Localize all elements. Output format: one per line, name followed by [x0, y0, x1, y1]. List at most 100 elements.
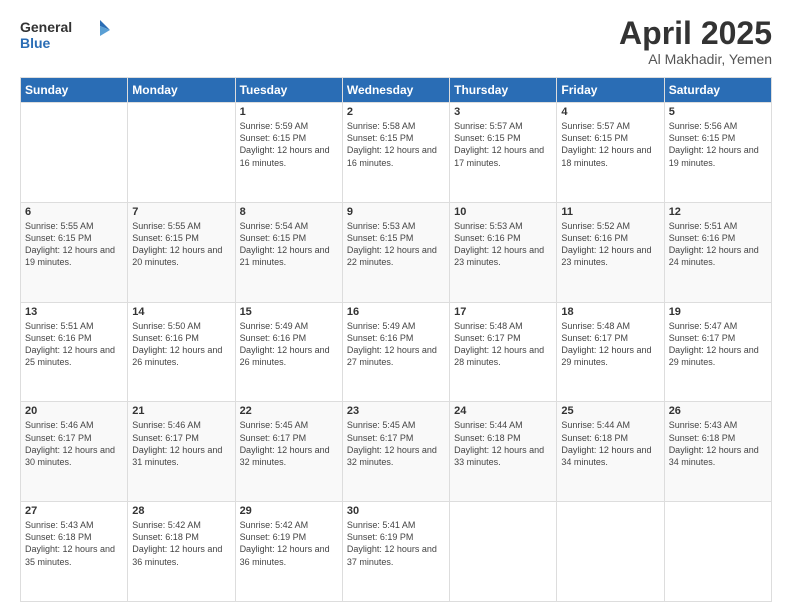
day-info: Sunrise: 5:57 AM Sunset: 6:15 PM Dayligh… [454, 120, 552, 169]
day-number: 1 [240, 106, 338, 118]
table-row: 16Sunrise: 5:49 AM Sunset: 6:16 PM Dayli… [342, 302, 449, 402]
day-number: 4 [561, 106, 659, 118]
table-row: 1Sunrise: 5:59 AM Sunset: 6:15 PM Daylig… [235, 103, 342, 203]
header-thursday: Thursday [450, 78, 557, 103]
table-row: 19 Sunrise: 5:47 AM Sunset: 6:17 PM Dayli… [664, 302, 771, 402]
table-row: 4 Sunrise: 5:57 AM Sunset: 6:15 PM Daylig… [557, 103, 664, 203]
day-info: Sunrise: 5:53 AM Sunset: 6:16 PM Dayligh… [454, 220, 552, 269]
day-info: Sunrise: 5:51 AM Sunset: 6:16 PM Dayligh… [25, 320, 123, 369]
header-tuesday: Tuesday [235, 78, 342, 103]
header: General Blue April 2025 Al Makhadir, Yem… [20, 16, 772, 67]
day-number: 7 [132, 206, 230, 218]
day-info: Sunrise: 5:49 AM Sunset: 6:16 PM Dayligh… [240, 320, 338, 369]
day-info: Sunrise: 5:54 AM Sunset: 6:15 PM Dayligh… [240, 220, 338, 269]
day-info: Sunrise: 5:47 AM Sunset: 6:17 PM Dayligh… [669, 320, 767, 369]
table-row: 10 Sunrise: 5:53 AM Sunset: 6:16 PM Dayli… [450, 202, 557, 302]
table-row: 6 Sunrise: 5:55 AM Sunset: 6:15 PM Daylig… [21, 202, 128, 302]
day-number: 12 [669, 206, 767, 218]
day-number: 21 [132, 405, 230, 417]
day-info: Sunrise: 5:48 AM Sunset: 6:17 PM Dayligh… [454, 320, 552, 369]
day-number: 15 [240, 306, 338, 318]
day-info: Sunrise: 5:53 AM Sunset: 6:15 PM Dayligh… [347, 220, 445, 269]
header-saturday: Saturday [664, 78, 771, 103]
day-number: 5 [669, 106, 767, 118]
table-row [557, 502, 664, 602]
day-info: Sunrise: 5:56 AM Sunset: 6:15 PM Dayligh… [669, 120, 767, 169]
day-number: 23 [347, 405, 445, 417]
day-info: Sunrise: 5:46 AM Sunset: 6:17 PM Dayligh… [25, 419, 123, 468]
day-info: Sunrise: 5:55 AM Sunset: 6:15 PM Dayligh… [25, 220, 123, 269]
day-number: 29 [240, 505, 338, 517]
title-location: Al Makhadir, Yemen [619, 51, 772, 67]
day-info: Sunrise: 5:43 AM Sunset: 6:18 PM Dayligh… [25, 519, 123, 568]
table-row: 14 Sunrise: 5:50 AM Sunset: 6:16 PM Dayli… [128, 302, 235, 402]
header-sunday: Sunday [21, 78, 128, 103]
day-info: Sunrise: 5:45 AM Sunset: 6:17 PM Dayligh… [240, 419, 338, 468]
calendar-week-row: 20 Sunrise: 5:46 AM Sunset: 6:17 PM Dayli… [21, 402, 772, 502]
table-row: 18 Sunrise: 5:48 AM Sunset: 6:17 PM Dayli… [557, 302, 664, 402]
day-number: 25 [561, 405, 659, 417]
table-row: 27Sunrise: 5:43 AM Sunset: 6:18 PM Dayli… [21, 502, 128, 602]
day-info: Sunrise: 5:42 AM Sunset: 6:19 PM Dayligh… [240, 519, 338, 568]
day-info: Sunrise: 5:46 AM Sunset: 6:17 PM Dayligh… [132, 419, 230, 468]
table-row: 2Sunrise: 5:58 AM Sunset: 6:15 PM Daylig… [342, 103, 449, 203]
day-number: 13 [25, 306, 123, 318]
table-row: 22 Sunrise: 5:45 AM Sunset: 6:17 PM Dayli… [235, 402, 342, 502]
day-number: 30 [347, 505, 445, 517]
day-number: 6 [25, 206, 123, 218]
day-number: 16 [347, 306, 445, 318]
table-row: 17 Sunrise: 5:48 AM Sunset: 6:17 PM Dayli… [450, 302, 557, 402]
svg-text:Blue: Blue [20, 35, 51, 51]
day-info: Sunrise: 5:44 AM Sunset: 6:18 PM Dayligh… [561, 419, 659, 468]
day-info: Sunrise: 5:55 AM Sunset: 6:15 PM Dayligh… [132, 220, 230, 269]
weekday-header-row: Sunday Monday Tuesday Wednesday Thursday… [21, 78, 772, 103]
day-number: 11 [561, 206, 659, 218]
day-number: 2 [347, 106, 445, 118]
header-friday: Friday [557, 78, 664, 103]
header-monday: Monday [128, 78, 235, 103]
day-info: Sunrise: 5:48 AM Sunset: 6:17 PM Dayligh… [561, 320, 659, 369]
day-number: 19 [669, 306, 767, 318]
calendar-week-row: 27Sunrise: 5:43 AM Sunset: 6:18 PM Dayli… [21, 502, 772, 602]
table-row: 26Sunrise: 5:43 AM Sunset: 6:18 PM Dayli… [664, 402, 771, 502]
day-number: 8 [240, 206, 338, 218]
table-row: 20 Sunrise: 5:46 AM Sunset: 6:17 PM Dayli… [21, 402, 128, 502]
day-number: 26 [669, 405, 767, 417]
day-info: Sunrise: 5:51 AM Sunset: 6:16 PM Dayligh… [669, 220, 767, 269]
table-row: 11 Sunrise: 5:52 AM Sunset: 6:16 PM Dayli… [557, 202, 664, 302]
day-number: 18 [561, 306, 659, 318]
header-wednesday: Wednesday [342, 78, 449, 103]
day-number: 10 [454, 206, 552, 218]
day-number: 22 [240, 405, 338, 417]
calendar-table: Sunday Monday Tuesday Wednesday Thursday… [20, 77, 772, 602]
table-row: 12 Sunrise: 5:51 AM Sunset: 6:16 PM Dayli… [664, 202, 771, 302]
logo: General Blue [20, 16, 110, 54]
svg-text:General: General [20, 19, 72, 35]
logo-svg: General Blue [20, 16, 110, 54]
day-number: 14 [132, 306, 230, 318]
table-row: 9 Sunrise: 5:53 AM Sunset: 6:15 PM Daylig… [342, 202, 449, 302]
table-row [21, 103, 128, 203]
table-row: 30 Sunrise: 5:41 AM Sunset: 6:19 PM Dayli… [342, 502, 449, 602]
table-row: 28Sunrise: 5:42 AM Sunset: 6:18 PM Dayli… [128, 502, 235, 602]
table-row: 21 Sunrise: 5:46 AM Sunset: 6:17 PM Dayli… [128, 402, 235, 502]
title-month: April 2025 [619, 16, 772, 51]
table-row: 25 Sunrise: 5:44 AM Sunset: 6:18 PM Dayli… [557, 402, 664, 502]
day-info: Sunrise: 5:52 AM Sunset: 6:16 PM Dayligh… [561, 220, 659, 269]
table-row: 7 Sunrise: 5:55 AM Sunset: 6:15 PM Daylig… [128, 202, 235, 302]
day-number: 9 [347, 206, 445, 218]
day-info: Sunrise: 5:50 AM Sunset: 6:16 PM Dayligh… [132, 320, 230, 369]
table-row: 8 Sunrise: 5:54 AM Sunset: 6:15 PM Daylig… [235, 202, 342, 302]
table-row: 24Sunrise: 5:44 AM Sunset: 6:18 PM Dayli… [450, 402, 557, 502]
day-number: 28 [132, 505, 230, 517]
day-number: 17 [454, 306, 552, 318]
calendar-week-row: 6 Sunrise: 5:55 AM Sunset: 6:15 PM Daylig… [21, 202, 772, 302]
day-number: 20 [25, 405, 123, 417]
title-block: April 2025 Al Makhadir, Yemen [619, 16, 772, 67]
table-row: 3 Sunrise: 5:57 AM Sunset: 6:15 PM Daylig… [450, 103, 557, 203]
day-info: Sunrise: 5:41 AM Sunset: 6:19 PM Dayligh… [347, 519, 445, 568]
day-number: 3 [454, 106, 552, 118]
table-row [664, 502, 771, 602]
day-info: Sunrise: 5:57 AM Sunset: 6:15 PM Dayligh… [561, 120, 659, 169]
day-info: Sunrise: 5:45 AM Sunset: 6:17 PM Dayligh… [347, 419, 445, 468]
